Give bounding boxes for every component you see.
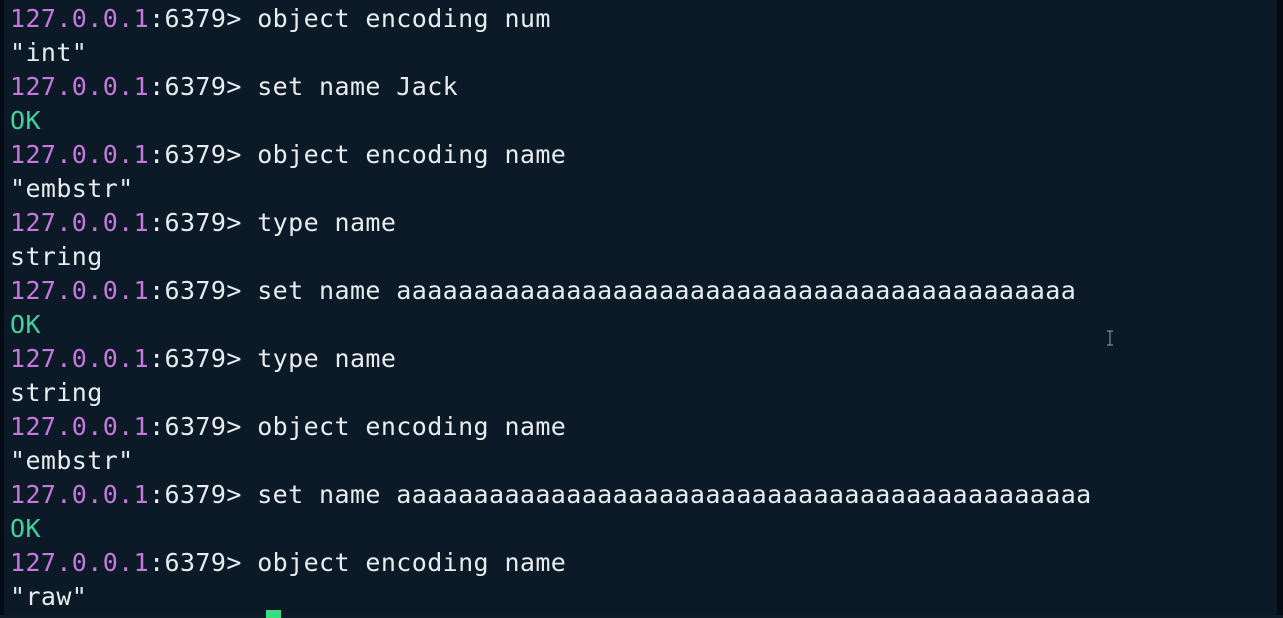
command-output: "embstr" [10,174,134,203]
ok-reply: OK [10,310,41,339]
prompt-line: 127.0.0.1:6379> type name [10,342,1283,376]
prompt-port: :6379> [149,344,258,373]
prompt-host: 127.0.0.1 [10,140,150,169]
command-output: "embstr" [10,446,134,475]
output-line: "embstr" [10,444,1283,478]
prompt-host: 127.0.0.1 [10,344,150,373]
terminal-left-edge [0,0,4,615]
command-output: "raw" [10,582,88,611]
output-line: string [10,376,1283,410]
command-text: object encoding num [257,4,551,33]
prompt-line: 127.0.0.1:6379> set name aaaaaaaaaaaaaaa… [10,274,1283,308]
command-text: set name aaaaaaaaaaaaaaaaaaaaaaaaaaaaaaa… [257,480,1092,509]
ok-reply: OK [10,106,41,135]
prompt-port: :6379> [149,548,258,577]
ok-reply: OK [10,514,41,543]
prompt-line: 127.0.0.1:6379> object encoding name [10,546,1283,580]
output-line: string [10,240,1283,274]
command-text: object encoding name [257,548,567,577]
prompt-host: 127.0.0.1 [10,72,150,101]
block-cursor-icon [266,610,281,618]
output-line: "int" [10,36,1283,70]
ok-line: OK [10,512,1283,546]
prompt-port: :6379> [149,4,258,33]
terminal-window[interactable]: 127.0.0.1:6379> object encoding num "int"… [0,0,1283,618]
command-text: object encoding name [257,140,567,169]
prompt-host: 127.0.0.1 [10,548,150,577]
command-text: set name Jack [257,72,459,101]
prompt-line: 127.0.0.1:6379> set name aaaaaaaaaaaaaaa… [10,478,1283,512]
prompt-host: 127.0.0.1 [10,208,150,237]
text-ibeam-cursor-icon [1106,330,1114,346]
output-line: "embstr" [10,172,1283,206]
prompt-host: 127.0.0.1 [10,4,150,33]
ok-line: OK [10,104,1283,138]
command-output: string [10,378,103,407]
command-output: "int" [10,38,88,67]
command-output: string [10,242,103,271]
command-text: object encoding name [257,412,567,441]
terminal-output: 127.0.0.1:6379> object encoding num "int"… [10,0,1283,614]
prompt-port: :6379> [149,480,258,509]
prompt-host: 127.0.0.1 [10,480,150,509]
prompt-port: :6379> [149,140,258,169]
command-text: set name aaaaaaaaaaaaaaaaaaaaaaaaaaaaaaa… [257,276,1077,305]
prompt-line: 127.0.0.1:6379> object encoding name [10,138,1283,172]
terminal-right-edge [1277,0,1283,615]
prompt-line: 127.0.0.1:6379> object encoding name [10,410,1283,444]
prompt-port: :6379> [149,208,258,237]
output-line: "raw" [10,580,1283,614]
prompt-host: 127.0.0.1 [10,276,150,305]
prompt-line: 127.0.0.1:6379> type name [10,206,1283,240]
prompt-line: 127.0.0.1:6379> object encoding num [10,2,1283,36]
prompt-line: 127.0.0.1:6379> set name Jack [10,70,1283,104]
command-text: type name [257,208,397,237]
prompt-port: :6379> [149,412,258,441]
prompt-port: :6379> [149,72,258,101]
ok-line: OK [10,308,1283,342]
command-text: type name [257,344,397,373]
prompt-host: 127.0.0.1 [10,412,150,441]
prompt-port: :6379> [149,276,258,305]
